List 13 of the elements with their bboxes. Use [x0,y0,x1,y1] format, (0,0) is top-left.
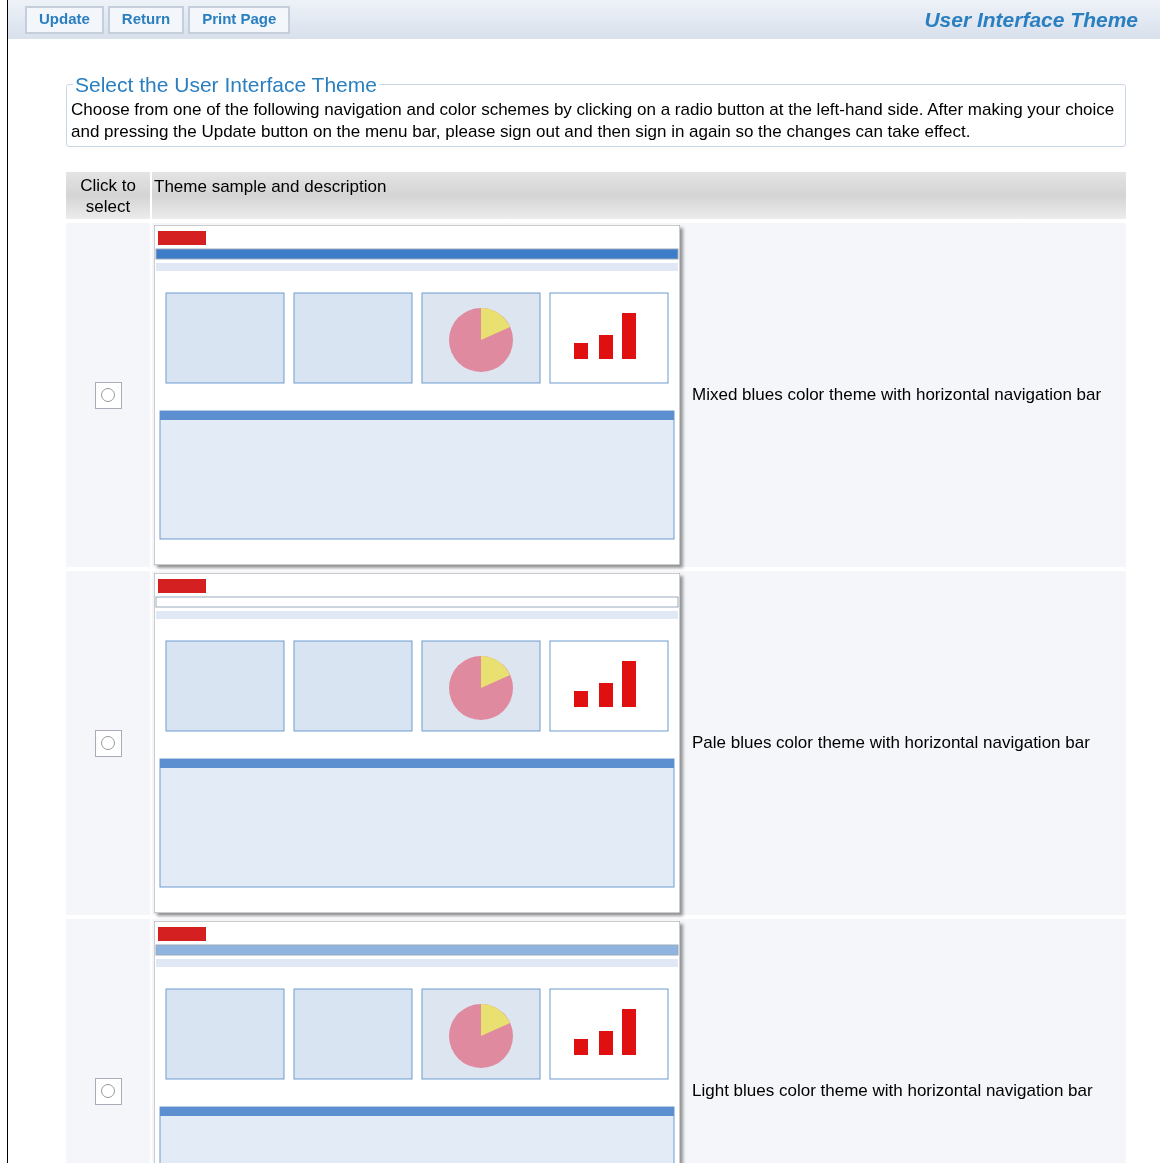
toolbar-button[interactable]: Print Page [188,5,291,34]
theme-description: Pale blues color theme with horizontal navigation bar [692,732,1090,755]
theme-description: Mixed blues color theme with horizontal navigation bar [692,384,1102,407]
radio-button[interactable] [94,729,122,757]
toolbar-button[interactable]: Update [25,5,104,34]
theme-description: Light blues color theme with horizontal navigation bar [692,1080,1093,1103]
toolbar-button[interactable]: Return [107,5,185,34]
column-header: Theme sample and description [154,177,387,196]
radio-button[interactable] [94,1077,122,1105]
intro-text: Choose from one of the following navigation and color schemes by clicking on a radio button at the left-hand side. After making your choice and pressing the Update button on the menu bar, please sign out and then sign in again so the changes can take effect. [71,99,1116,143]
column-header: Click to select [79,175,137,218]
page-title: User Interface Theme [924,6,1138,33]
radio-button[interactable] [94,381,122,409]
